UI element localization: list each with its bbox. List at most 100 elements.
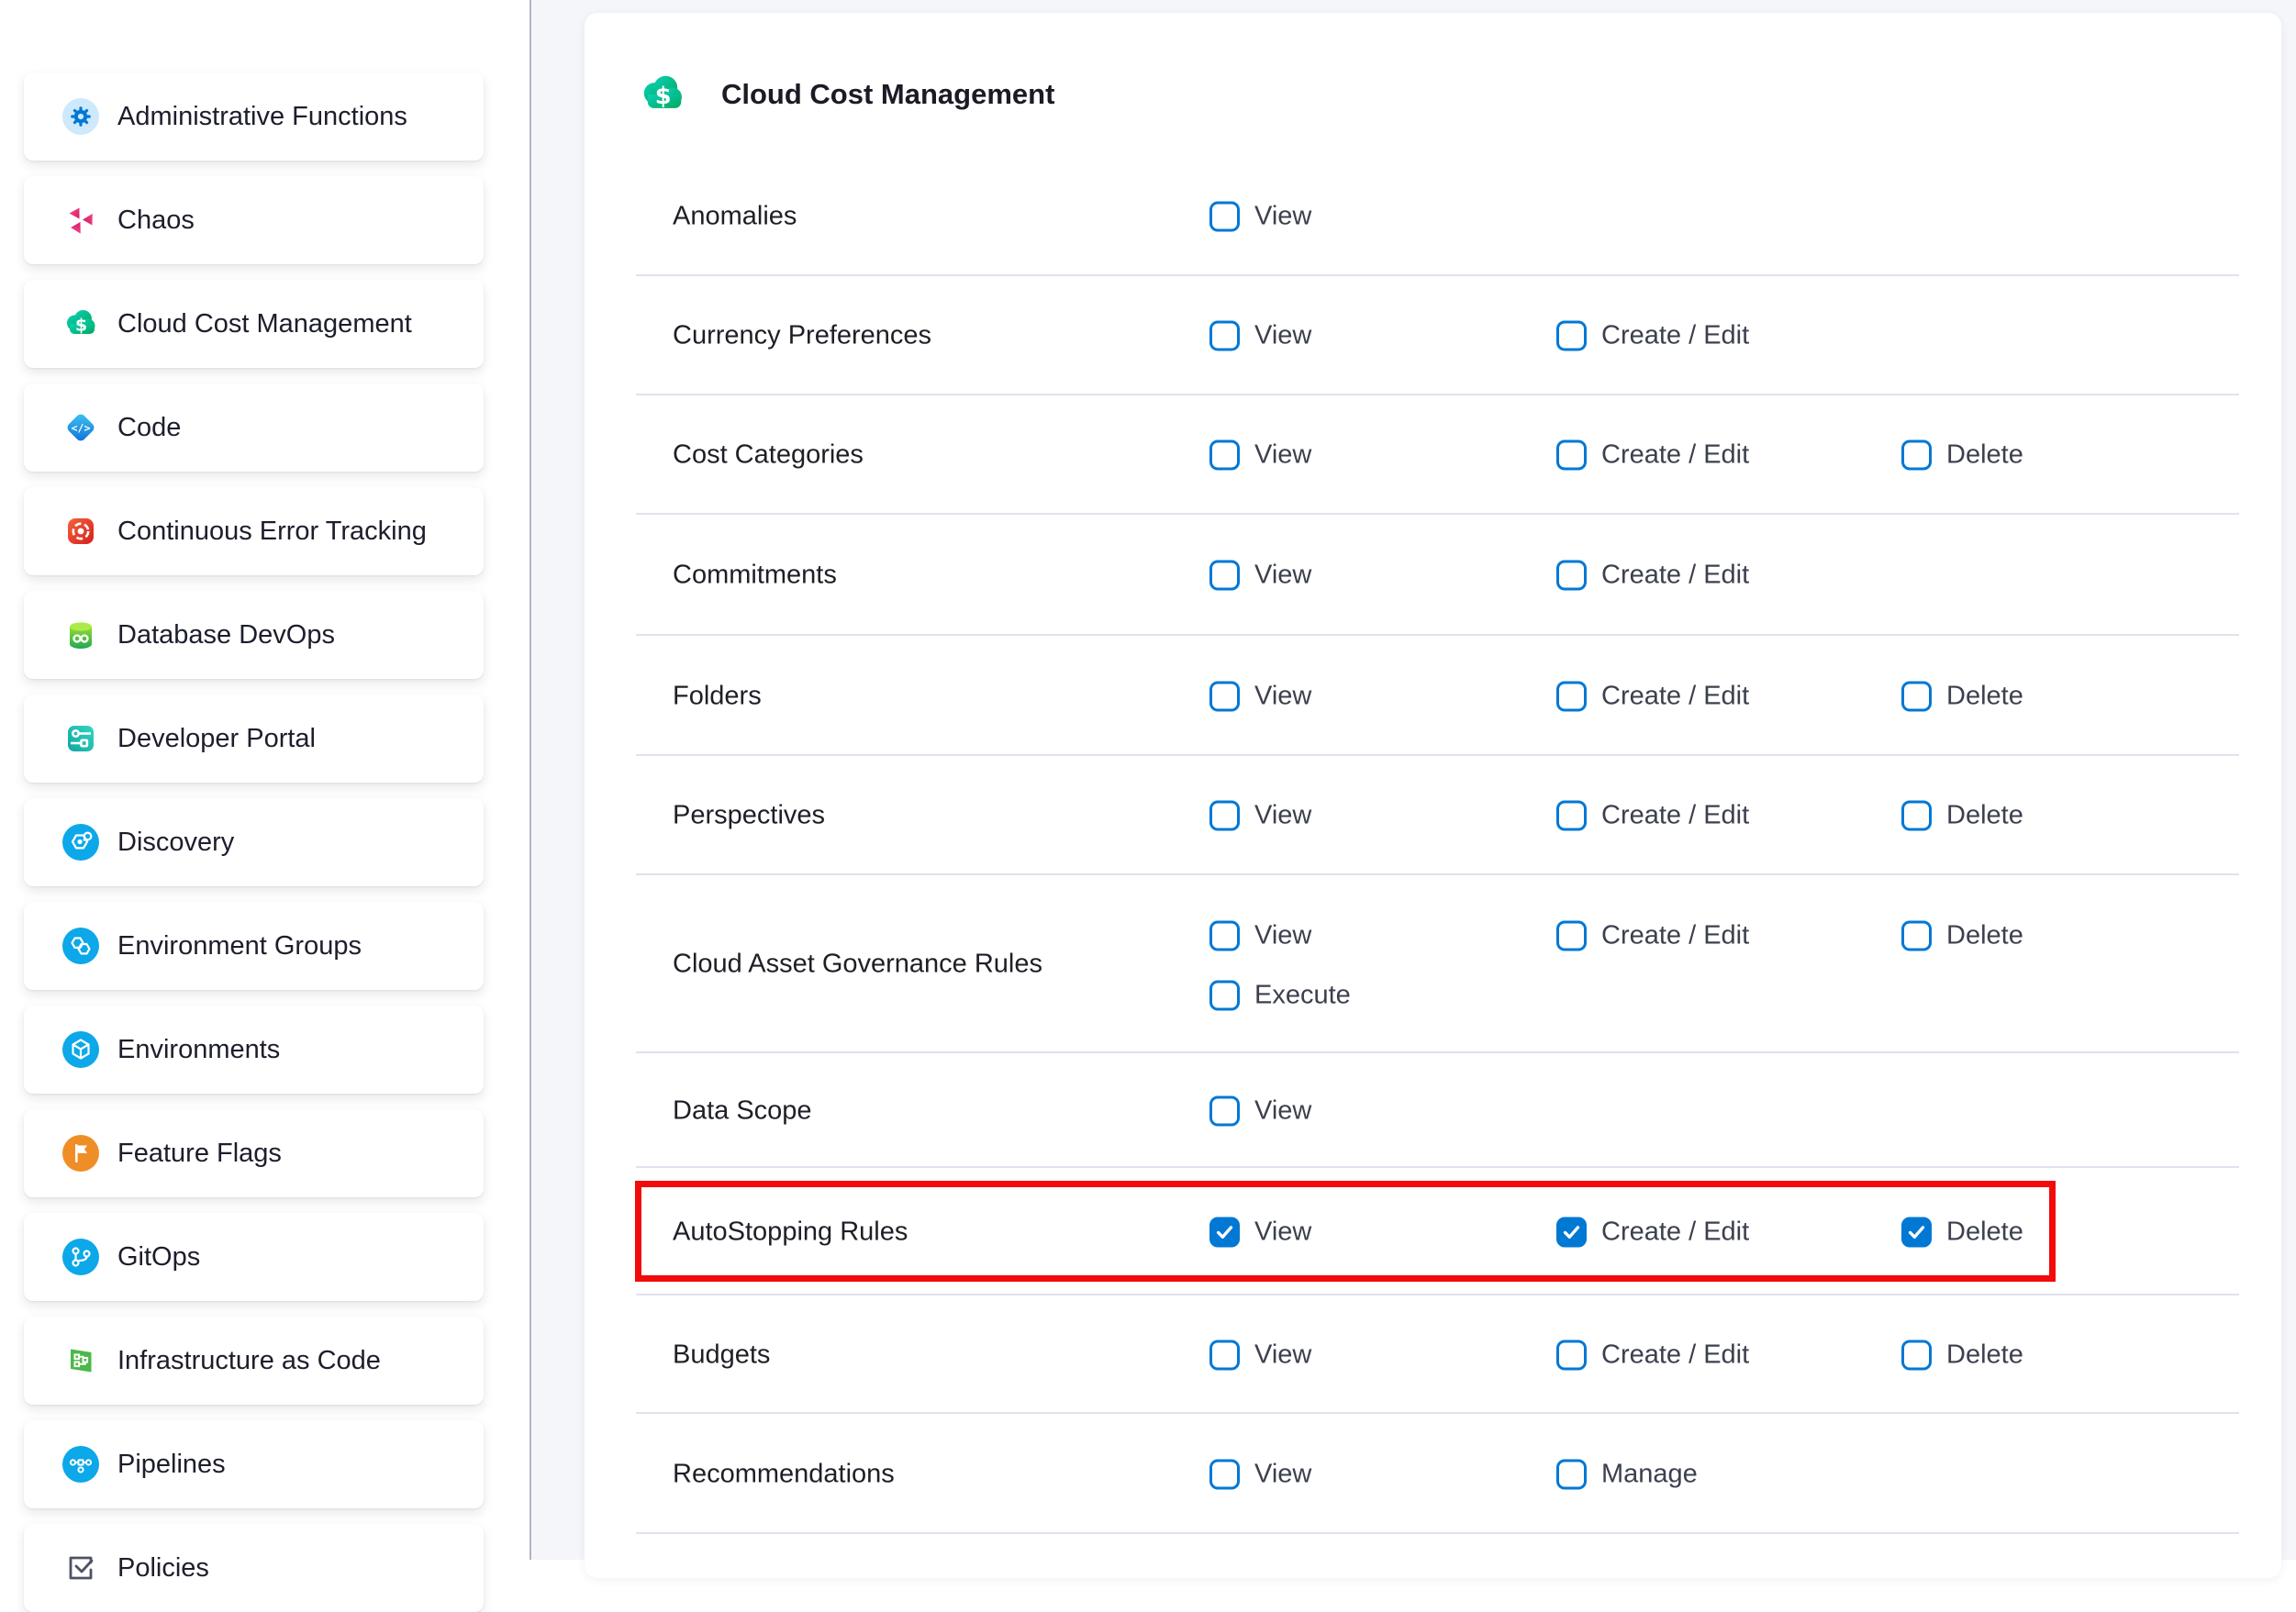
sidebar-item-chaos[interactable]: Chaos — [24, 176, 484, 264]
checkbox-create-edit-checked[interactable] — [1556, 1217, 1587, 1247]
checkbox-delete[interactable] — [1901, 801, 1932, 831]
permission-create-edit[interactable]: Create / Edit — [1556, 801, 1749, 831]
permission-view[interactable]: View — [1209, 440, 1311, 471]
sidebar-item-feature-flags[interactable]: Feature Flags — [24, 1109, 484, 1197]
checkbox-delete[interactable] — [1901, 681, 1932, 711]
checkbox-delete[interactable] — [1901, 440, 1932, 471]
permission-label: Delete — [1946, 440, 2023, 471]
resource-label: Currency Preferences — [673, 321, 931, 351]
checkbox-create-edit[interactable] — [1556, 561, 1587, 591]
permission-create-edit[interactable]: Create / Edit — [1556, 1340, 1749, 1370]
sidebar-item-label: Discovery — [117, 828, 234, 858]
sidebar-item-label: Pipelines — [117, 1450, 226, 1480]
permission-row-budgets: Budgets View Create / Edit Delete — [585, 1295, 2281, 1414]
permission-view[interactable]: View — [1209, 561, 1311, 591]
checkbox-delete[interactable] — [1901, 1340, 1932, 1370]
code-icon: </> — [62, 409, 99, 446]
sidebar-item-database-devops[interactable]: Database DevOps — [24, 591, 484, 679]
permission-view[interactable]: View — [1209, 681, 1311, 711]
permission-create-edit[interactable]: Create / Edit — [1556, 681, 1749, 711]
permission-label: Delete — [1946, 1340, 2023, 1370]
checkbox-view[interactable] — [1209, 801, 1240, 831]
admin-gear-icon — [62, 98, 99, 135]
sidebar-item-label: Administrative Functions — [117, 102, 407, 132]
checkbox-create-edit[interactable] — [1556, 681, 1587, 711]
checkbox-create-edit[interactable] — [1556, 921, 1587, 951]
infrastructure-as-code-icon — [62, 1342, 99, 1379]
sidebar-item-environment-groups[interactable]: Environment Groups — [24, 902, 484, 990]
permission-label: Execute — [1254, 981, 1351, 1011]
permission-view[interactable]: View — [1209, 1217, 1311, 1247]
permission-delete[interactable]: Delete — [1901, 1217, 2023, 1247]
permission-create-edit[interactable]: Create / Edit — [1556, 1217, 1749, 1247]
checkbox-create-edit[interactable] — [1556, 440, 1587, 471]
environments-icon — [62, 1031, 99, 1068]
sidebar-item-cloud-cost-management[interactable]: $Cloud Cost Management — [24, 280, 484, 368]
permission-view[interactable]: View — [1209, 202, 1311, 232]
checkbox-view[interactable] — [1209, 1340, 1240, 1370]
checkbox-create-edit[interactable] — [1556, 321, 1587, 351]
checkbox-view-checked[interactable] — [1209, 1217, 1240, 1247]
permission-manage[interactable]: Manage — [1556, 1459, 1698, 1489]
resource-label: Recommendations — [673, 1459, 895, 1489]
checkbox-view[interactable] — [1209, 440, 1240, 471]
permission-label: View — [1254, 1095, 1311, 1126]
permission-row-currency-preferences: Currency Preferences View Create / Edit — [585, 276, 2281, 395]
permission-view[interactable]: View — [1209, 921, 1311, 951]
permission-delete[interactable]: Delete — [1901, 1340, 2023, 1370]
checkbox-delete-checked[interactable] — [1901, 1217, 1932, 1247]
checkbox-create-edit[interactable] — [1556, 1340, 1587, 1370]
feature-flags-icon — [62, 1135, 99, 1172]
environment-groups-icon — [62, 928, 99, 964]
permission-label: View — [1254, 440, 1311, 471]
checkbox-manage[interactable] — [1556, 1459, 1587, 1489]
sidebar-item-environments[interactable]: Environments — [24, 1006, 484, 1094]
permission-label: View — [1254, 801, 1311, 831]
sidebar-item-label: Code — [117, 413, 181, 443]
permission-delete[interactable]: Delete — [1901, 440, 2023, 471]
sidebar-item-continuous-error-tracking[interactable]: Continuous Error Tracking — [24, 487, 484, 575]
sidebar-item-policies[interactable]: Policies — [24, 1524, 484, 1612]
svg-text:$: $ — [655, 83, 672, 110]
permission-label: View — [1254, 561, 1311, 591]
permission-delete[interactable]: Delete — [1901, 681, 2023, 711]
permission-label: Manage — [1601, 1459, 1698, 1489]
checkbox-create-edit[interactable] — [1556, 801, 1587, 831]
permission-view[interactable]: View — [1209, 321, 1311, 351]
checkbox-view[interactable] — [1209, 921, 1240, 951]
panel-header: $ Cloud Cost Management — [638, 64, 1054, 125]
checkbox-execute[interactable] — [1209, 981, 1240, 1011]
permission-view[interactable]: View — [1209, 1459, 1311, 1489]
sidebar-item-infrastructure-as-code[interactable]: Infrastructure as Code — [24, 1317, 484, 1405]
permission-create-edit[interactable]: Create / Edit — [1556, 440, 1749, 471]
sidebar-item-gitops[interactable]: GitOps — [24, 1213, 484, 1301]
checkbox-view[interactable] — [1209, 1459, 1240, 1489]
sidebar-item-developer-portal[interactable]: Developer Portal — [24, 695, 484, 783]
permission-create-edit[interactable]: Create / Edit — [1556, 321, 1749, 351]
permission-label: View — [1254, 681, 1311, 711]
checkbox-view[interactable] — [1209, 681, 1240, 711]
sidebar-item-label: Database DevOps — [117, 620, 335, 650]
checkbox-view[interactable] — [1209, 202, 1240, 232]
permission-view[interactable]: View — [1209, 1340, 1311, 1370]
permission-label: Delete — [1946, 1217, 2023, 1247]
checkbox-view[interactable] — [1209, 321, 1240, 351]
checkbox-delete[interactable] — [1901, 921, 1932, 951]
svg-text:</>: </> — [72, 422, 91, 435]
permission-view[interactable]: View — [1209, 801, 1311, 831]
permission-create-edit[interactable]: Create / Edit — [1556, 921, 1749, 951]
sidebar-item-pipelines[interactable]: Pipelines — [24, 1420, 484, 1508]
permission-delete[interactable]: Delete — [1901, 801, 2023, 831]
sidebar-item-code[interactable]: </> Code — [24, 384, 484, 472]
sidebar-item-administrative-functions[interactable]: Administrative Functions — [24, 72, 484, 161]
permission-view[interactable]: View — [1209, 1095, 1311, 1126]
checkbox-view[interactable] — [1209, 1095, 1240, 1126]
permission-delete[interactable]: Delete — [1901, 921, 2023, 951]
checkbox-view[interactable] — [1209, 561, 1240, 591]
permission-row-autostopping-rules: AutoStopping Rules View Create / Edit De… — [585, 1168, 2281, 1295]
permission-label: View — [1254, 1217, 1311, 1247]
permission-execute[interactable]: Execute — [1209, 981, 1351, 1011]
permission-create-edit[interactable]: Create / Edit — [1556, 561, 1749, 591]
sidebar-item-discovery[interactable]: Discovery — [24, 798, 484, 886]
resource-label: Budgets — [673, 1340, 770, 1370]
